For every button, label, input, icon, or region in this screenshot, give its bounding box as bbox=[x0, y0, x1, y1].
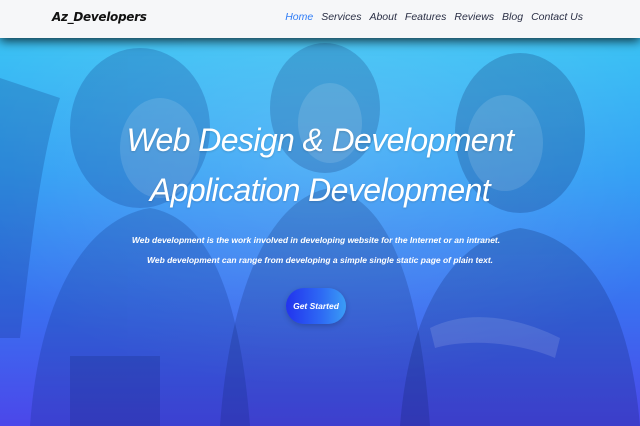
nav-links: Home Services About Features Reviews Blo… bbox=[285, 11, 583, 23]
top-navbar: Az_Developers Home Services About Featur… bbox=[0, 0, 640, 38]
nav-link-blog[interactable]: Blog bbox=[502, 11, 523, 23]
hero-title-line-1: Web Design & Development bbox=[126, 122, 515, 158]
get-started-button[interactable]: Get Started bbox=[286, 288, 346, 324]
nav-link-services[interactable]: Services bbox=[321, 11, 361, 23]
hero-section: Web Design & Development Application Dev… bbox=[0, 38, 640, 426]
brand-logo[interactable]: Az_Developers bbox=[52, 10, 147, 24]
nav-link-features[interactable]: Features bbox=[405, 11, 446, 23]
nav-link-reviews[interactable]: Reviews bbox=[454, 11, 494, 23]
hero-title-line-2: Application Development bbox=[149, 172, 491, 208]
nav-link-home[interactable]: Home bbox=[285, 11, 313, 23]
hero-content: Web Design & Development Application Dev… bbox=[0, 38, 640, 426]
nav-link-contact-us[interactable]: Contact Us bbox=[531, 11, 583, 23]
hero-description-line-2: Web development can range from developin… bbox=[146, 255, 494, 265]
nav-link-about[interactable]: About bbox=[369, 11, 396, 23]
hero-description-line-1: Web development is the work involved in … bbox=[131, 235, 501, 245]
